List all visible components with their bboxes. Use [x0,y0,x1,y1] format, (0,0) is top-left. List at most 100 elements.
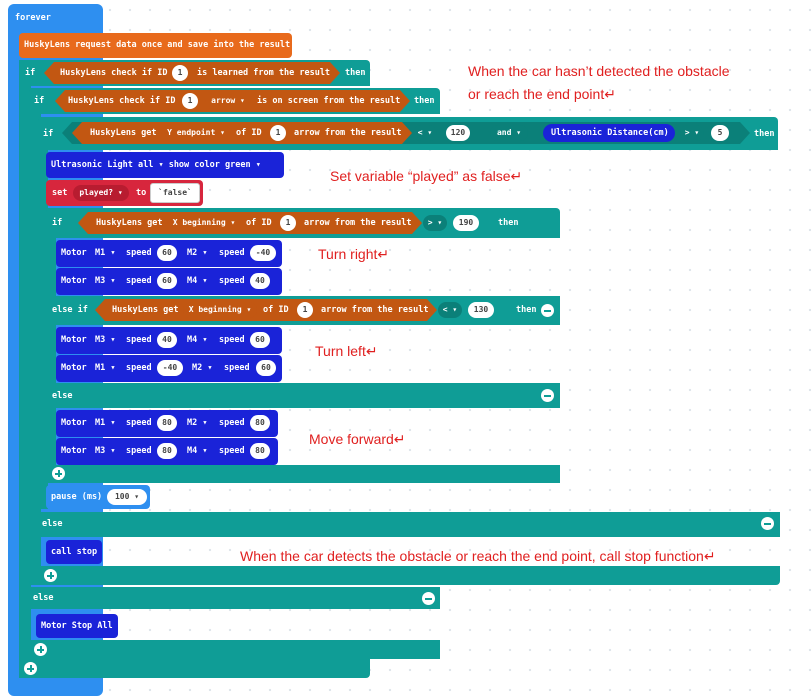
speed-input-3b[interactable]: 60 [250,332,270,348]
outer-add-icon[interactable] [34,643,47,656]
m4-dropdown-2[interactable]: M4 ▾ [187,334,207,346]
arrow-from-result-label-2: arrow from the result [304,218,412,228]
third-if-footer[interactable] [38,465,560,483]
ultrasonic-distance-label: Ultrasonic Distance(cm) [551,128,669,138]
inner-else-remove-icon[interactable] [541,389,554,402]
and-dropdown[interactable]: and ▾ [490,125,528,141]
id-input-1[interactable]: 1 [172,65,188,81]
m1-dropdown-1[interactable]: M1 ▾ [95,247,115,259]
else-if-remove-icon[interactable] [541,304,554,317]
m2-dropdown-3[interactable]: M2 ▾ [187,417,207,429]
x-beginning-dropdown-2[interactable]: X beginning ▾ [183,302,257,318]
speed-label-3b: speed [219,335,245,345]
speed-input-2b[interactable]: 40 [250,273,270,289]
arrow-dropdown-1[interactable]: arrow ▾ [205,93,251,109]
speed-label-6b: speed [219,446,245,456]
get-x-label-1: HuskyLens get [96,218,163,228]
arrow-from-result-label-3: arrow from the result [321,305,429,315]
inner-else-label: else [52,391,73,401]
m4-dropdown-3[interactable]: M4 ▾ [187,445,207,457]
m3-dropdown-2[interactable]: M3 ▾ [95,334,115,346]
annotation-set-variable: Set variable “played” as false↵ [330,168,523,184]
speed-input-2a[interactable]: 60 [157,273,177,289]
value-190[interactable]: 190 [453,215,479,231]
pause-value[interactable]: 100 ▾ [107,489,147,505]
check-learned-tail: is learned from the result [197,68,331,78]
outer-else-remove-icon[interactable] [422,592,435,605]
m2-dropdown-2[interactable]: M2 ▾ [192,362,212,374]
arrow-from-result-label: arrow from the result [294,128,402,138]
third-add-icon[interactable] [52,467,65,480]
speed-input-1a[interactable]: 60 [157,245,177,261]
third-if-label: if [43,129,54,139]
inner-then-label: then [498,218,519,228]
speed-input-5a[interactable]: 80 [157,415,177,431]
m3-dropdown-1[interactable]: M3 ▾ [95,275,115,287]
played-variable-dropdown[interactable]: played? ▾ [73,185,129,201]
second-then-label: then [414,96,435,106]
motor-stop-all-label: Motor Stop All [41,621,113,631]
value-130[interactable]: 130 [468,302,494,318]
speed-input-4a[interactable]: -40 [157,360,183,376]
annotation-not-detected-line2: or reach the end point↵ [468,86,616,102]
m4-dropdown-1[interactable]: M4 ▾ [187,275,207,287]
id-input-2[interactable]: 1 [182,93,198,109]
value-5[interactable]: 5 [711,125,729,141]
request-label: HuskyLens request data once and save int… [24,40,291,50]
speed-label-3a: speed [126,335,152,345]
ultrasonic-light-label: Ultrasonic Light all ▾ show color green … [51,160,261,170]
m3-dropdown-3[interactable]: M3 ▾ [95,445,115,457]
false-value[interactable]: `false` [150,183,200,203]
motor-label-2: Motor [61,276,87,286]
second-else-bar[interactable] [29,512,780,537]
second-else-remove-icon[interactable] [761,517,774,530]
annotation-call-stop: When the car detects the obstacle or rea… [240,548,716,564]
inner-else-bar[interactable] [46,383,560,408]
call-stop-label: call stop [51,547,98,557]
outer-else-bar[interactable] [19,587,440,609]
annotation-turn-right: Turn right↵ [318,246,390,262]
motor-label-5: Motor [61,418,87,428]
motor-label-3: Motor [61,335,87,345]
check-screen-label: HuskyLens check if ID [68,96,176,106]
y-endpoint-dropdown[interactable]: Y endpoint ▾ [161,125,231,141]
get-x-label-2: HuskyLens get [112,305,179,315]
outer-if-footer[interactable] [19,640,440,659]
forever-label: forever [15,13,51,23]
get-y-label: HuskyLens get [90,128,157,138]
id-input-3[interactable]: 1 [270,125,286,141]
outer-if-bottom[interactable] [19,659,370,678]
id-input-5[interactable]: 1 [297,302,313,318]
annotation-turn-left: Turn left↵ [315,343,378,359]
lt-operator-dropdown-2[interactable]: < ▾ [438,302,462,318]
m1-dropdown-2[interactable]: M1 ▾ [95,362,115,374]
speed-input-5b[interactable]: 80 [250,415,270,431]
outer-if-label: if [25,68,36,78]
annotation-not-detected-line1: When the car hasn’t detected the obstacl… [468,63,730,79]
speed-input-6a[interactable]: 80 [157,443,177,459]
speed-input-4b[interactable]: 60 [256,360,276,376]
third-then-label: then [754,129,775,139]
second-add-icon[interactable] [44,569,57,582]
gt-operator-dropdown-2[interactable]: > ▾ [423,215,447,231]
motor-label-4: Motor [61,363,87,373]
inner-if-frame[interactable] [46,208,56,465]
value-120[interactable]: 120 [446,125,470,141]
speed-input-3a[interactable]: 40 [157,332,177,348]
check-learned-label: HuskyLens check if ID [60,68,168,78]
second-if-footer[interactable] [29,566,780,585]
x-beginning-dropdown-1[interactable]: X beginning ▾ [167,215,241,231]
outer-else-label: else [33,593,54,603]
lt-operator-dropdown-1[interactable]: < ▾ [413,125,437,141]
speed-input-6b[interactable]: 80 [250,443,270,459]
id-input-4[interactable]: 1 [280,215,296,231]
to-label: to [136,188,147,198]
gt-operator-dropdown-1[interactable]: > ▾ [680,125,704,141]
m1-dropdown-3[interactable]: M1 ▾ [95,417,115,429]
pause-label: pause (ms) [51,492,103,502]
outermost-add-icon[interactable] [24,662,37,675]
second-else-label: else [42,519,63,529]
else-if-label: else if [52,305,88,315]
speed-input-1b[interactable]: -40 [250,245,276,261]
m2-dropdown-1[interactable]: M2 ▾ [187,247,207,259]
